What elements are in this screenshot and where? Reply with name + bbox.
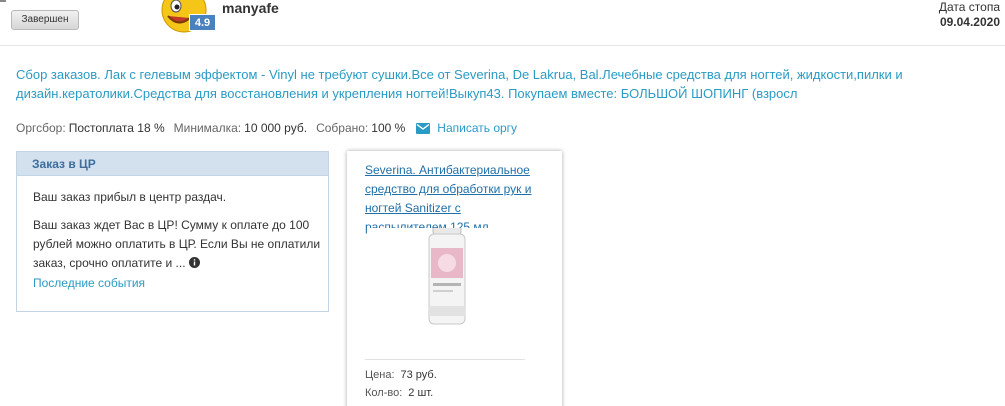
order-waiting-message: Ваш заказ ждет Вас в ЦР! Сумму к оплате … bbox=[33, 218, 321, 270]
collected-label: Собрано: bbox=[316, 121, 369, 135]
collected-value: 100 % bbox=[371, 121, 406, 135]
corner-mark bbox=[0, 0, 6, 2]
price-value: 73 руб. bbox=[400, 369, 437, 381]
product-card: Severina. Антибактериальное средство для… bbox=[347, 151, 562, 406]
quantity-value: 2 шт. bbox=[408, 387, 434, 399]
purchase-meta: Оргсбор: Постоплата 18 % Минималка: 10 0… bbox=[16, 121, 517, 135]
product-price: Цена: 73 руб. bbox=[365, 369, 437, 381]
write-organizer-link[interactable]: Написать оргу bbox=[437, 121, 517, 135]
price-label: Цена: bbox=[365, 369, 395, 381]
envelope-icon[interactable] bbox=[416, 122, 431, 134]
pickup-center-panel-header: Заказ в ЦР bbox=[17, 152, 328, 176]
info-circle-icon[interactable] bbox=[188, 257, 200, 268]
rating-badge: 4.9 bbox=[189, 14, 216, 31]
product-title-link[interactable]: Severina. Антибактериальное средство для… bbox=[365, 161, 543, 237]
orgfee-value: Постоплата 18 % bbox=[68, 121, 165, 135]
order-waiting-text: Ваш заказ ждет Вас в ЦР! Сумму к оплате … bbox=[33, 216, 323, 273]
organizer-username[interactable]: manyafe bbox=[222, 0, 279, 16]
quantity-label: Кол-во: bbox=[365, 387, 403, 399]
stop-date-label: Дата стопа bbox=[938, 0, 1000, 14]
pickup-center-panel: Заказ в ЦР Ваш заказ прибыл в центр разд… bbox=[16, 151, 329, 312]
product-quantity: Кол-во: 2 шт. bbox=[365, 387, 433, 399]
order-arrived-text: Ваш заказ прибыл в центр раздач. bbox=[33, 190, 227, 204]
orgfee-label: Оргсбор: bbox=[16, 121, 66, 135]
minimum-label: Минималка: bbox=[173, 121, 242, 135]
stop-date-value: 09.04.2020 bbox=[939, 15, 1000, 29]
minimum-value: 10 000 руб. bbox=[244, 121, 308, 135]
status-badge: Завершен bbox=[11, 10, 79, 30]
purchase-title-link[interactable]: Сбор заказов. Лак с гелевым эффектом - V… bbox=[16, 65, 916, 103]
product-image[interactable] bbox=[367, 228, 527, 328]
product-divider bbox=[365, 359, 525, 360]
header-divider bbox=[0, 45, 1005, 46]
recent-events-link[interactable]: Последние события bbox=[33, 276, 145, 290]
